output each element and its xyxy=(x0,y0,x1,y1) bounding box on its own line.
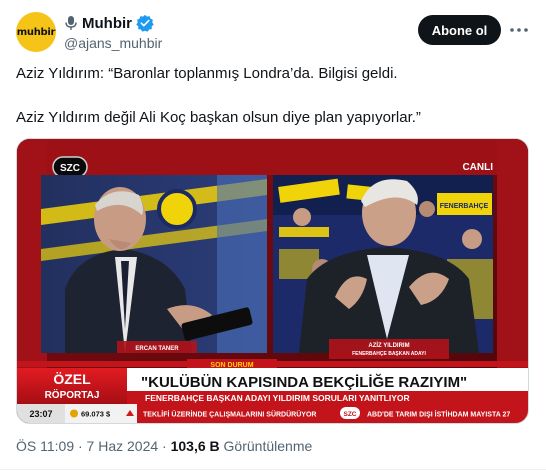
tweet-media-video[interactable]: SZC CANLI FENERBAHÇE ERCAN TANER AZİZ YI… xyxy=(16,138,529,424)
ticker-value: 69.073 $ xyxy=(81,410,111,419)
subscribe-button[interactable]: Abone ol xyxy=(418,15,501,45)
channel-logo: SZC xyxy=(52,156,88,178)
breaking-label: SON DURUM xyxy=(210,362,253,369)
ticker-channel-logo: SZC xyxy=(344,411,357,418)
microphone-icon xyxy=(65,16,77,30)
subheadline-text: FENERBAHÇE BAŞKAN ADAYI YILDIRIM SORULAR… xyxy=(145,393,410,403)
program-title-line-1: ÖZEL xyxy=(53,371,91,387)
guest-title-caption: FENERBAHÇE BAŞKAN ADAYI xyxy=(352,351,426,357)
tweet-text-line-2: Aziz Yıldırım değil Ali Koç başkan olsun… xyxy=(16,109,421,126)
avatar-logo-text: muhbir xyxy=(16,26,56,38)
divider xyxy=(0,469,546,470)
crowd-banner-text: FENERBAHÇE xyxy=(440,203,489,210)
bitcoin-icon xyxy=(70,409,78,418)
live-label: CANLI xyxy=(462,162,493,173)
verified-badge-icon xyxy=(136,14,154,32)
ticker-text-left: TEKLİFİ ÜZERİNDE ÇALIŞMALARINI SÜRDÜRÜYO… xyxy=(143,410,316,419)
right-video-panel: FENERBAHÇE xyxy=(273,175,493,353)
headline-text: "KULÜBÜN KAPISINDA BEKÇİLİĞE RAZIYIM" xyxy=(141,373,467,391)
tweet-meta: ÖS 11:09 · 7 Haz 2024 · 103,6 B Görüntül… xyxy=(16,438,312,454)
tweet-text-line-1: Aziz Yıldırım: “Baronlar toplanmış Londr… xyxy=(16,65,398,82)
more-options-icon[interactable] xyxy=(507,18,531,42)
tweet: muhbir Muhbir @ajans_muhbir Abone ol Azi… xyxy=(0,0,546,471)
author-name-row: Muhbir xyxy=(64,14,154,32)
left-video-panel xyxy=(41,175,267,353)
club-crest-icon xyxy=(157,189,197,229)
tv-broadcast-frame: SZC CANLI FENERBAHÇE ERCAN TANER AZİZ YI… xyxy=(17,139,528,423)
host-name-caption: ERCAN TANER xyxy=(135,346,179,352)
author-display-name[interactable]: Muhbir xyxy=(82,15,132,32)
avatar[interactable]: muhbir xyxy=(16,12,56,52)
tweet-timestamp[interactable]: ÖS 11:09 · 7 Haz 2024 · xyxy=(16,438,171,454)
guest-name-caption: AZİZ YILDIRIM xyxy=(368,342,409,349)
channel-logo-text: SZC xyxy=(60,163,80,174)
program-title-line-2: RÖPORTAJ xyxy=(45,388,100,401)
view-count: 103,6 B xyxy=(170,438,220,454)
clock-text: 23:07 xyxy=(29,409,52,419)
ticker-text-right: ABD'DE TARIM DIŞI İSTİHDAM MAYISTA 27 xyxy=(367,411,510,419)
view-count-label: Görüntülenme xyxy=(219,438,313,454)
author-handle[interactable]: @ajans_muhbir xyxy=(64,35,162,51)
